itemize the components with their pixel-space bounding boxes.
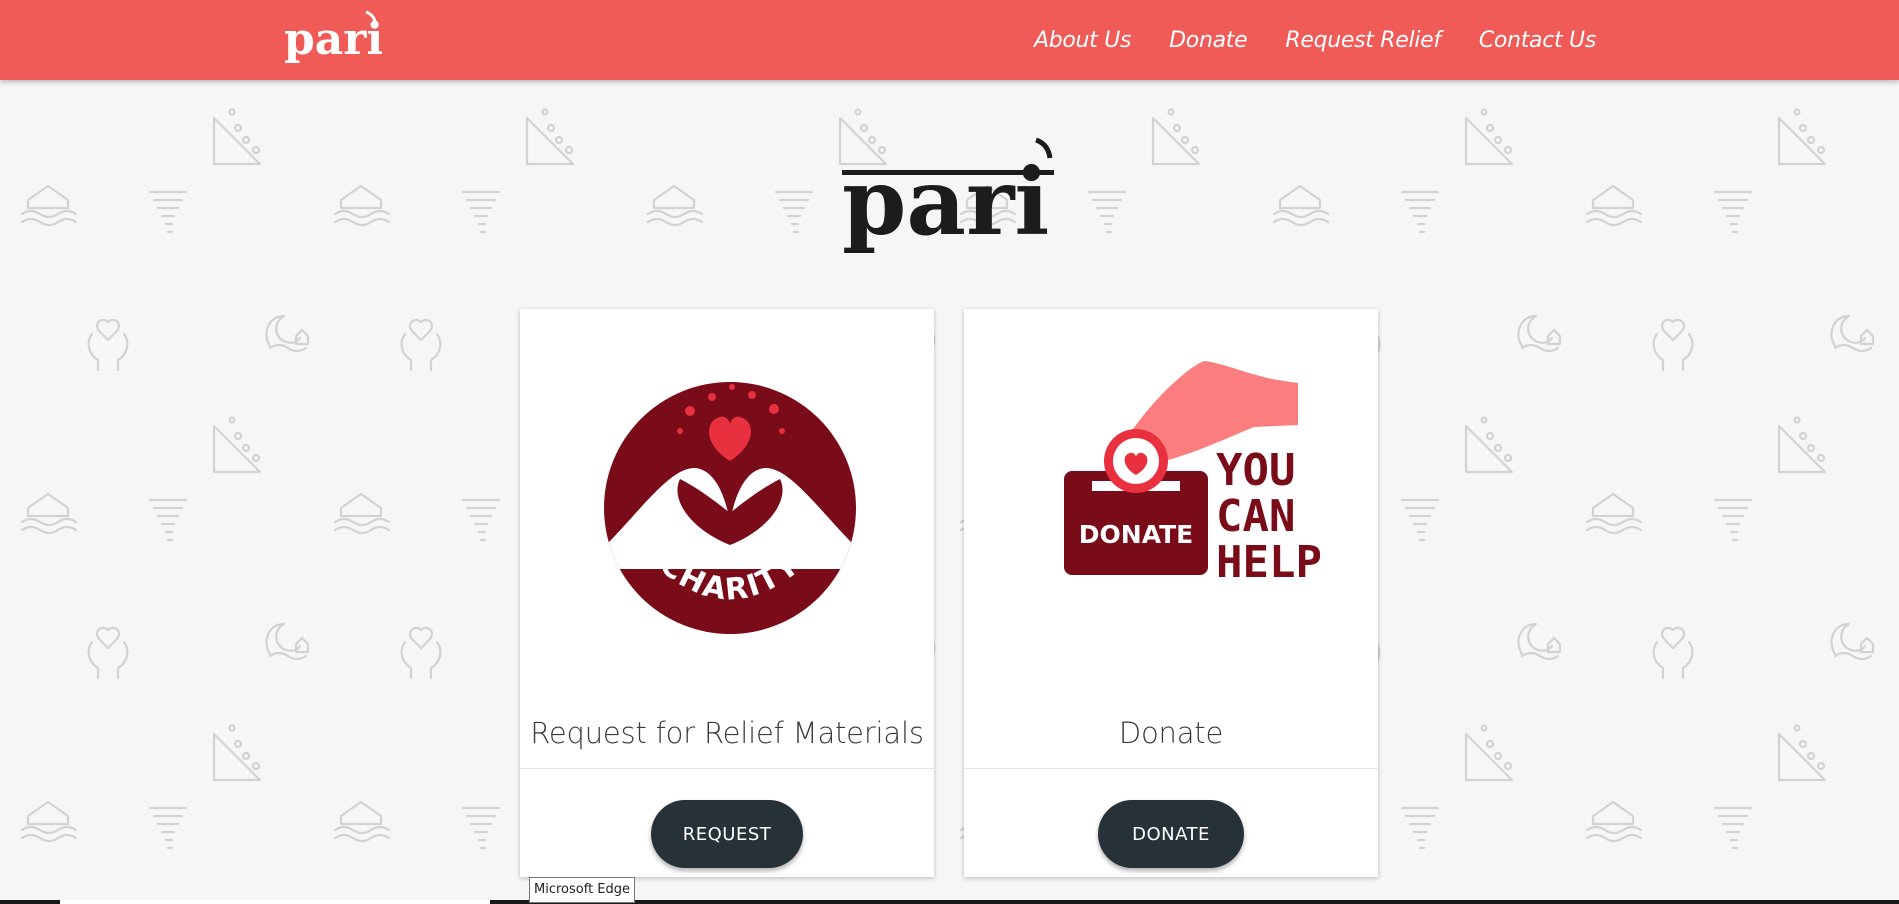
request-button[interactable]: REQUEST — [651, 800, 803, 868]
request-card-footer: REQUEST — [520, 769, 934, 877]
request-card: CHARITY Request for Relief Materials REQ… — [520, 309, 934, 877]
nav-link-request-relief[interactable]: Request Relief — [1285, 28, 1441, 53]
request-card-title: Request for Relief Materials — [530, 716, 924, 750]
svg-text:HELP: HELP — [1216, 537, 1322, 588]
charity-image: CHARITY — [520, 309, 934, 709]
nav-link-donate[interactable]: Donate — [1169, 28, 1247, 53]
donate-card-footer: DONATE — [964, 769, 1378, 877]
svg-text:DONATE: DONATE — [1079, 520, 1193, 549]
svg-text:pari: pari — [284, 14, 382, 65]
nav-links: About Us Donate Request Relief Contact U… — [996, 0, 1596, 80]
donate-card: DONATE YOU CAN HELP Donate DONATE — [964, 309, 1378, 877]
svg-text:pari: pari — [842, 148, 1049, 256]
svg-text:CAN: CAN — [1216, 491, 1295, 542]
nav-link-contact-us[interactable]: Contact Us — [1479, 28, 1596, 53]
donate-button[interactable]: DONATE — [1098, 800, 1244, 868]
donate-card-title: Donate — [1118, 716, 1224, 750]
taskbar-highlight — [60, 900, 490, 904]
svg-text:YOU: YOU — [1216, 445, 1295, 496]
hero-logo: pari — [842, 137, 1054, 256]
nav-logo[interactable]: pari — [282, 8, 382, 72]
donate-image: DONATE YOU CAN HELP — [964, 309, 1378, 709]
nav-link-about-us[interactable]: About Us — [1034, 28, 1132, 53]
taskbar-tooltip: Microsoft Edge — [529, 877, 636, 903]
top-navbar: pari About Us Donate Request Relief Cont… — [0, 0, 1899, 80]
